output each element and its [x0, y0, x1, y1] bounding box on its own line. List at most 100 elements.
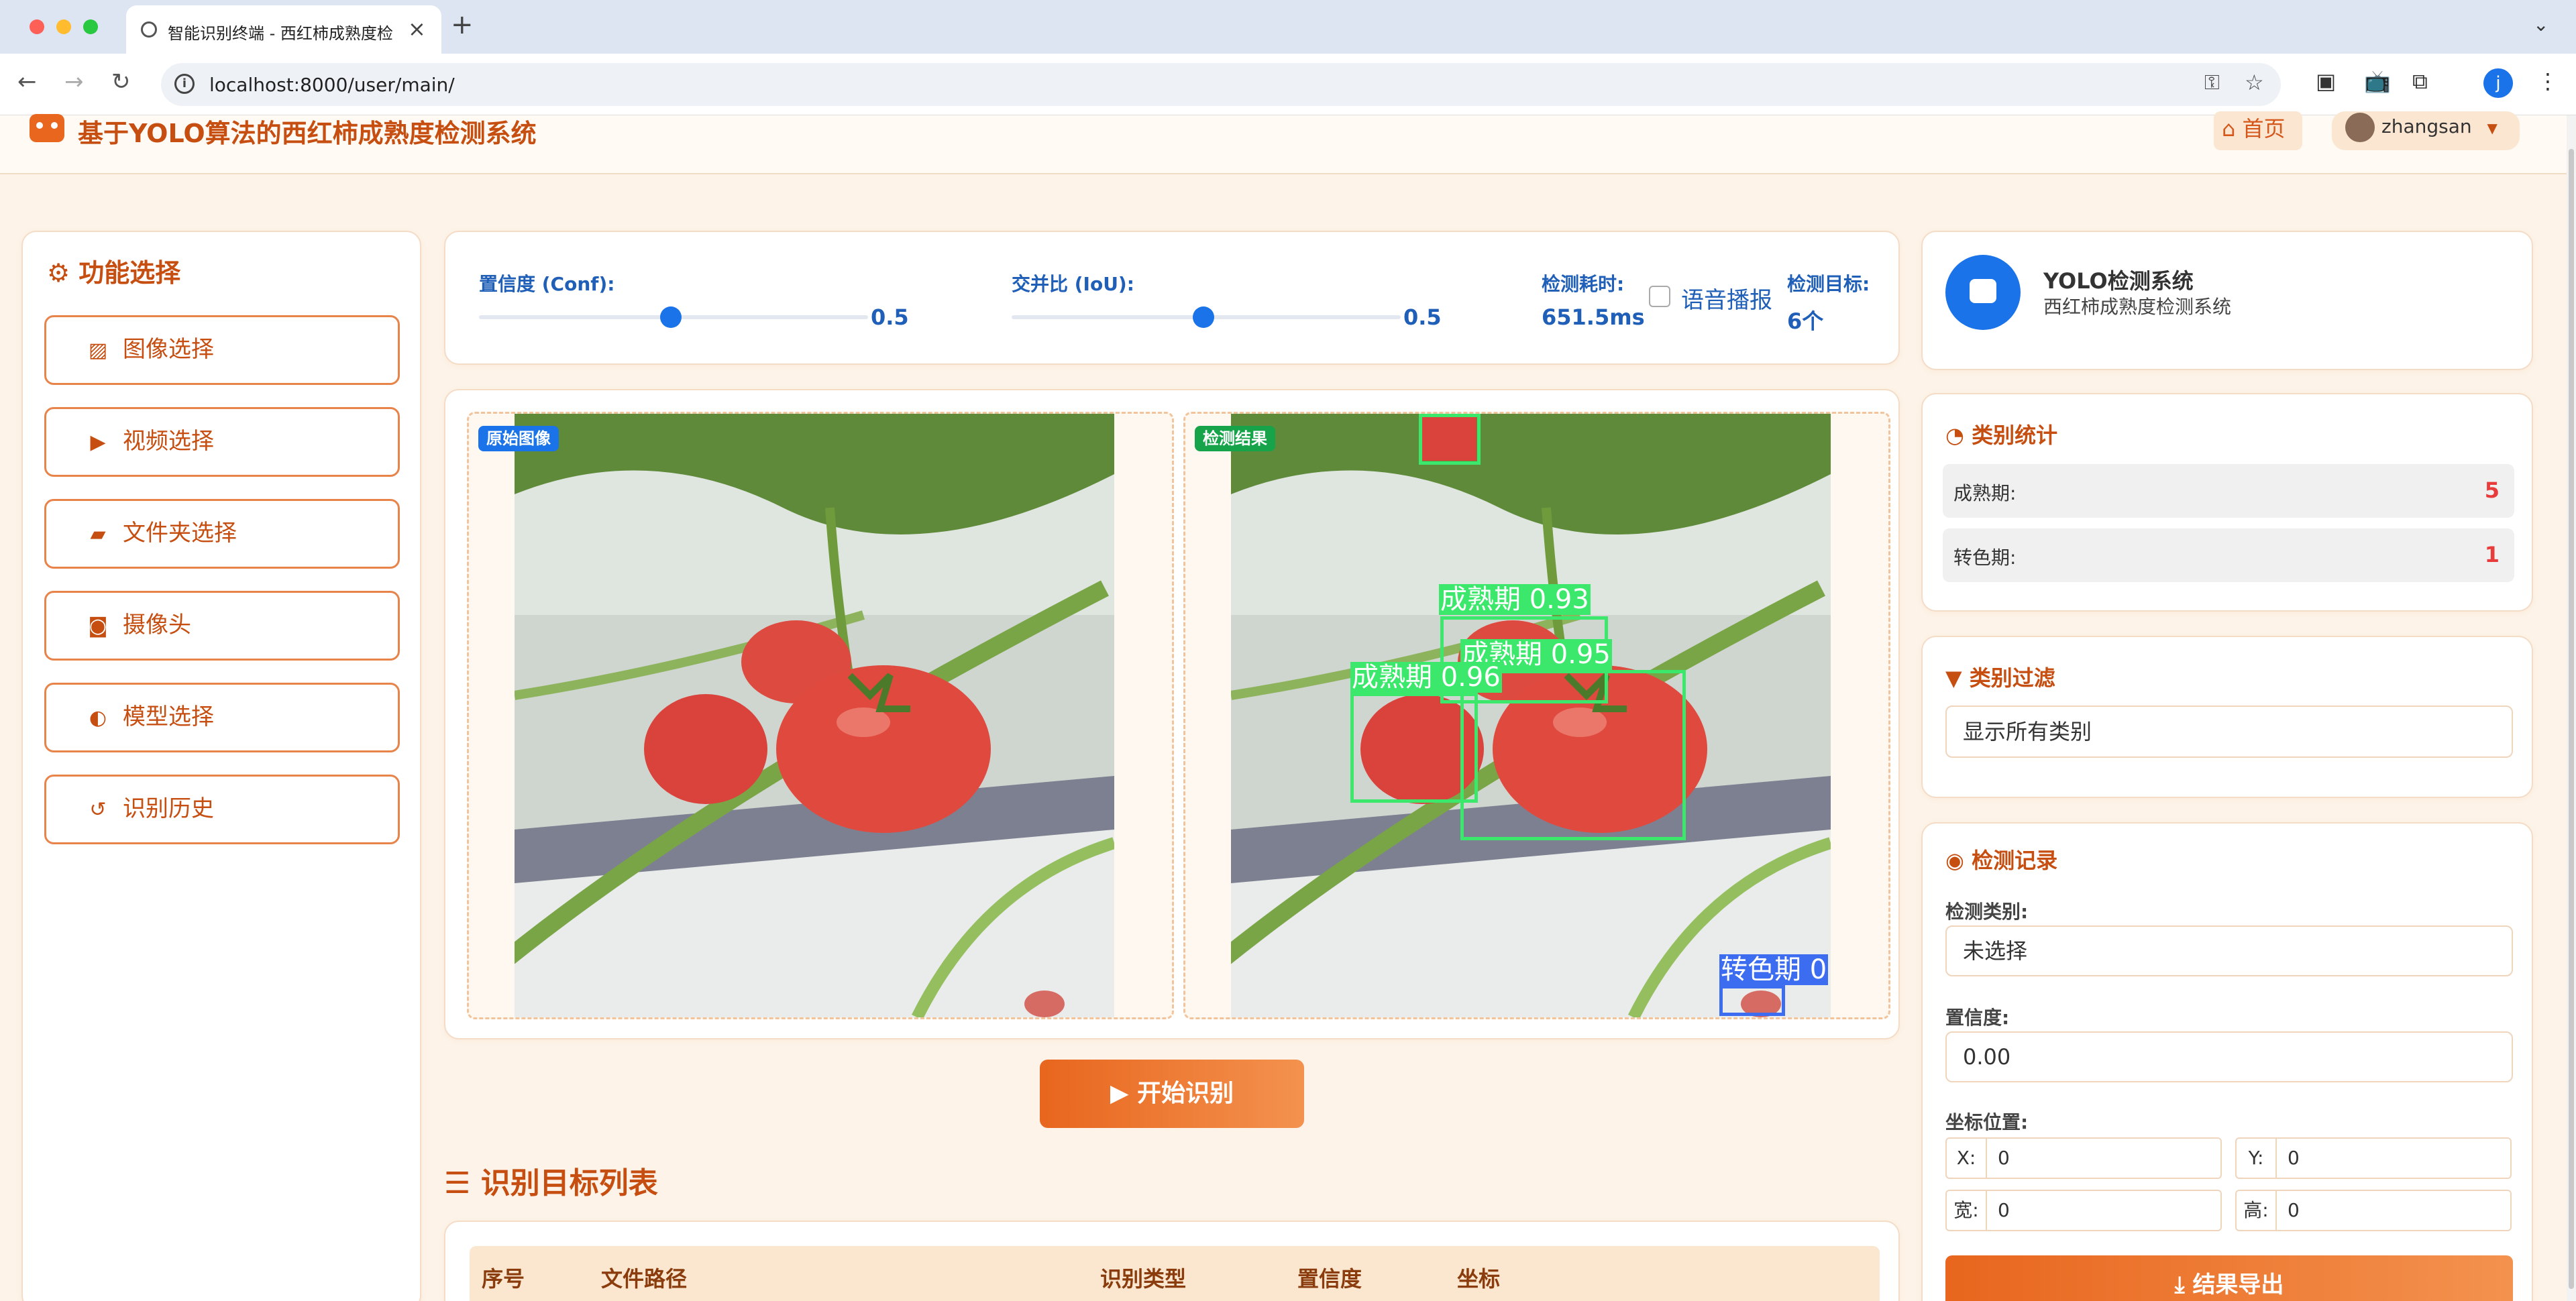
pie-chart-icon: ◔ [1945, 422, 1972, 448]
conf-value: 0.5 [871, 304, 909, 330]
sidebar-item-history[interactable]: ↺ 识别历史 [44, 775, 400, 844]
start-detection-button[interactable]: ▶ 开始识别 [1040, 1060, 1304, 1128]
app-header: 基于YOLO算法的西红柿成熟度检测系统 ⌂ 首页 zhangsan ▼ [0, 111, 2567, 174]
puzzle-icon[interactable]: ⧉ [2412, 68, 2428, 95]
minimize-window-icon[interactable] [56, 19, 71, 34]
record-title-text: 检测记录 [1972, 848, 2058, 873]
conf-slider-handle[interactable] [660, 306, 682, 328]
list-icon: ☰ [444, 1166, 481, 1200]
address-bar[interactable]: i localhost:8000/user/main/ ⚿ ☆ [161, 63, 2281, 106]
iou-value: 0.5 [1403, 304, 1442, 330]
column-header[interactable]: 坐标 [1457, 1262, 1500, 1293]
browser-tab[interactable]: 智能识别终端 - 西红柿成熟度检 × [126, 5, 441, 54]
coord-y-value[interactable]: 0 [2277, 1147, 2300, 1169]
detection-box[interactable] [1719, 985, 1785, 1016]
stat-count: 1 [2484, 542, 2500, 567]
conf-label: 置信度 (Conf): [479, 273, 615, 295]
caret-down-icon: ▼ [2487, 120, 2498, 136]
close-window-icon[interactable] [30, 19, 44, 34]
target-value: 6个 [1787, 308, 1824, 334]
video-icon: ▶ [90, 431, 106, 454]
stats-title: ◔ 类别统计 [1945, 418, 2057, 449]
detection-record-card: ◉ 检测记录 检测类别: 未选择 置信度: 0.00 坐标位置: X: 0 Y: 0… [1921, 822, 2533, 1301]
iou-slider[interactable] [1012, 306, 1401, 328]
result-image-badge: 检测结果 [1195, 426, 1275, 451]
stat-count: 5 [2484, 477, 2500, 503]
sidebar-item-camera[interactable]: ◙ 摄像头 [44, 591, 400, 661]
detection-box[interactable] [1419, 414, 1481, 465]
column-header[interactable]: 识别类型 [1100, 1262, 1186, 1293]
scrollbar-thumb[interactable] [2569, 149, 2574, 1289]
stats-title-text: 类别统计 [1972, 422, 2058, 448]
sidebar-item-label: 摄像头 [123, 612, 191, 638]
chevron-down-icon[interactable]: ⌄ [2533, 13, 2548, 36]
coord-y-field[interactable]: Y: 0 [2235, 1137, 2512, 1179]
stat-label: 转色期: [1953, 547, 2017, 569]
coord-w-label: 宽: [1947, 1191, 1987, 1230]
class-filter-card: ▼ 类别过滤 显示所有类别 [1921, 636, 2533, 798]
voice-label[interactable]: 语音播报 [1681, 282, 1772, 315]
site-info-icon[interactable]: i [174, 74, 195, 94]
extension-icon[interactable]: ▣ [2316, 68, 2336, 94]
time-value: 651.5ms [1542, 304, 1645, 330]
coord-h-field[interactable]: 高: 0 [2235, 1190, 2512, 1231]
page-scrollbar[interactable] [2567, 115, 2576, 1301]
class-stats-card: ◔ 类别统计 成熟期: 5 转色期: 1 [1921, 393, 2533, 612]
profile-avatar[interactable]: j [2483, 68, 2513, 98]
column-header[interactable]: 文件路径 [601, 1262, 687, 1293]
coord-h-value[interactable]: 0 [2277, 1199, 2300, 1221]
class-filter-select[interactable]: 显示所有类别 [1945, 705, 2513, 758]
tv-extension-icon[interactable]: 📺 [2364, 68, 2391, 94]
reload-icon[interactable]: ↻ [111, 68, 131, 95]
coord-x-value[interactable]: 0 [1987, 1147, 2010, 1169]
record-class-field[interactable]: 未选择 [1945, 925, 2513, 976]
voice-checkbox[interactable] [1649, 286, 1670, 307]
sidebar-item-folder[interactable]: ▰ 文件夹选择 [44, 499, 400, 569]
camera-icon: ◙ [88, 614, 108, 638]
coord-x-field[interactable]: X: 0 [1945, 1137, 2222, 1179]
system-card: YOLO检测系统 西红柿成熟度检测系统 [1921, 231, 2533, 370]
url-text[interactable]: localhost:8000/user/main/ [209, 74, 455, 96]
robot-icon [30, 114, 64, 142]
maximize-window-icon[interactable] [83, 19, 98, 34]
iou-slider-handle[interactable] [1193, 306, 1214, 328]
table-header: 序号 文件路径 识别类型 置信度 坐标 [470, 1246, 1880, 1301]
robot-icon [1945, 255, 2021, 330]
coord-w-field[interactable]: 宽: 0 [1945, 1190, 2222, 1231]
home-button[interactable]: ⌂ 首页 [2214, 111, 2302, 150]
column-header[interactable]: 置信度 [1297, 1262, 1362, 1293]
coord-w-value[interactable]: 0 [1987, 1199, 2010, 1221]
more-menu-icon[interactable]: ⋮ [2537, 68, 2559, 94]
download-icon: ⤓ [2174, 1271, 2193, 1298]
key-icon[interactable]: ⚿ [2204, 71, 2220, 95]
detection-label: 成熟期 0.96 [1350, 662, 1502, 693]
record-class-label: 检测类别: [1945, 901, 2029, 923]
filter-title: ▼ 类别过滤 [1945, 661, 2055, 692]
detection-box[interactable] [1460, 670, 1686, 840]
back-icon[interactable]: ← [17, 68, 37, 95]
sidebar-item-label: 模型选择 [123, 703, 214, 730]
user-menu[interactable]: zhangsan ▼ [2332, 111, 2520, 150]
target-label: 检测目标: [1787, 273, 1870, 295]
sidebar-item-label: 文件夹选择 [123, 520, 237, 547]
sidebar-item-model[interactable]: ◐ 模型选择 [44, 683, 400, 752]
browser-tab-bar: 智能识别终端 - 西红柿成熟度检 × + ⌄ [0, 0, 2576, 54]
new-tab-button[interactable]: + [451, 9, 474, 40]
image-panel: 原始图像 检测结果 成熟期 0.93 成熟期 0.95 成熟期 0.96 转色期… [444, 389, 1900, 1039]
page-title: 基于YOLO算法的西红柿成熟度检测系统 [78, 119, 537, 148]
function-sidebar: ⚙ 功能选择 ▨ 图像选择 ▶ 视频选择 ▰ 文件夹选择 ◙ 摄像头 ◐ 模型选择 ↺ 识别… [21, 231, 421, 1301]
globe-icon [141, 21, 157, 38]
star-icon[interactable]: ☆ [2245, 70, 2264, 95]
record-conf-field[interactable]: 0.00 [1945, 1031, 2513, 1082]
sidebar-item-image[interactable]: ▨ 图像选择 [44, 315, 400, 385]
column-header[interactable]: 序号 [482, 1262, 525, 1293]
tab-close-icon[interactable]: × [408, 16, 426, 42]
detection-box[interactable] [1350, 693, 1478, 803]
image-icon: ▨ [88, 339, 108, 362]
stat-row: 转色期: 1 [1943, 528, 2514, 582]
gear-icon: ⚙ [47, 258, 79, 288]
sidebar-item-video[interactable]: ▶ 视频选择 [44, 407, 400, 477]
conf-slider[interactable] [479, 306, 868, 328]
forward-icon[interactable]: → [64, 68, 84, 95]
export-results-button[interactable]: ⤓ 结果导出 [1945, 1255, 2513, 1301]
